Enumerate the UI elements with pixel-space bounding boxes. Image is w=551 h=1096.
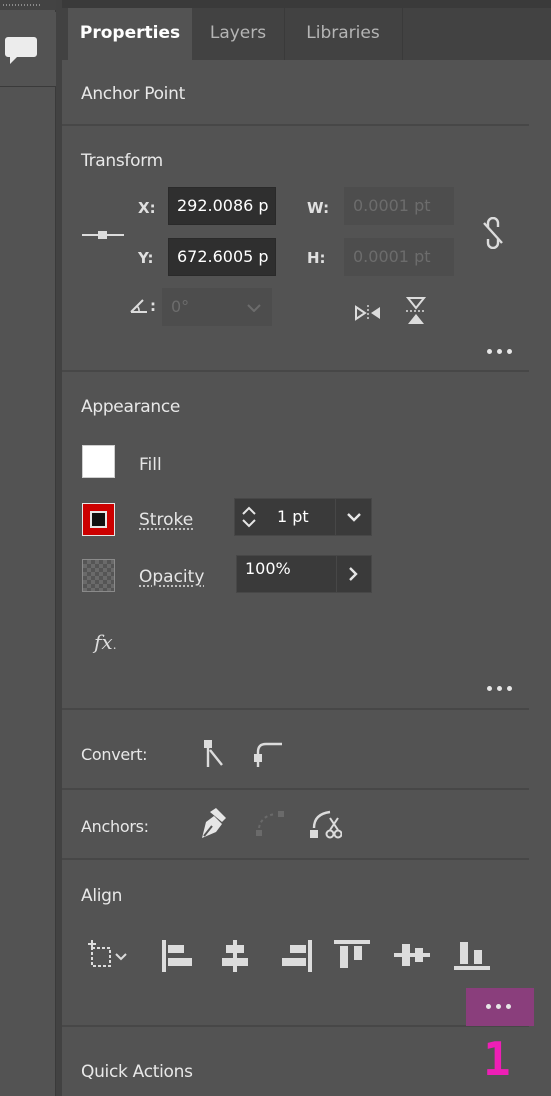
quick-actions-title: Quick Actions xyxy=(81,1062,193,1082)
panel-tab-bar: Properties Layers Libraries xyxy=(62,0,551,60)
appearance-more-options-button[interactable] xyxy=(487,684,517,694)
convert-corner-icon[interactable] xyxy=(202,738,224,768)
divider xyxy=(62,858,529,860)
divider xyxy=(62,1025,529,1027)
reference-point-icon[interactable] xyxy=(82,228,124,242)
fill-label: Fill xyxy=(139,455,162,475)
rotate-colon: : xyxy=(150,297,156,315)
height-field[interactable]: 0.0001 pt xyxy=(344,238,454,276)
chevron-down-icon[interactable] xyxy=(347,513,361,522)
x-position-field[interactable]: 292.0086 p xyxy=(168,187,276,225)
opacity-value: 100% xyxy=(245,559,291,578)
remove-anchor-pen-icon[interactable] xyxy=(198,808,228,840)
fx-label: fx xyxy=(94,630,113,654)
anchor-point-title: Anchor Point xyxy=(81,84,185,104)
stroke-weight-value: 1 pt xyxy=(277,507,309,526)
align-horizontal-center-icon[interactable] xyxy=(220,940,250,972)
appearance-title: Appearance xyxy=(81,397,181,417)
opacity-label[interactable]: Opacity xyxy=(139,567,204,587)
align-to-selection-icon[interactable] xyxy=(86,940,130,970)
align-bottom-icon[interactable] xyxy=(454,940,490,972)
flip-vertical-icon[interactable] xyxy=(405,297,427,325)
cut-path-at-anchor-icon[interactable] xyxy=(308,808,342,840)
connect-anchors-icon xyxy=(256,811,284,836)
flip-horizontal-icon[interactable] xyxy=(355,304,381,322)
rotate-angle-field[interactable]: 0° xyxy=(162,288,272,326)
fx-effects-button[interactable]: fx. xyxy=(94,630,117,654)
y-label: Y: xyxy=(138,249,154,267)
align-right-icon[interactable] xyxy=(280,940,314,972)
width-field[interactable]: 0.0001 pt xyxy=(344,187,454,225)
comment-icon xyxy=(5,37,37,64)
h-label: H: xyxy=(307,249,326,267)
align-left-icon[interactable] xyxy=(160,940,194,972)
x-label: X: xyxy=(138,199,156,217)
comments-dock-button[interactable] xyxy=(0,12,56,87)
divider xyxy=(62,788,529,790)
w-label: W: xyxy=(307,199,330,217)
chevron-right-icon[interactable] xyxy=(349,567,358,581)
anchors-label: Anchors: xyxy=(81,817,149,836)
tab-properties[interactable]: Properties xyxy=(68,8,192,60)
transform-more-options-button[interactable] xyxy=(487,347,517,357)
left-dock xyxy=(0,0,56,1096)
tab-layers[interactable]: Layers xyxy=(192,8,284,60)
tab-libraries[interactable]: Libraries xyxy=(284,8,402,60)
more-options-icon xyxy=(486,1002,516,1012)
stroke-label[interactable]: Stroke xyxy=(139,510,193,530)
convert-label: Convert: xyxy=(81,745,148,764)
divider xyxy=(62,124,529,126)
rotate-angle-value: 0° xyxy=(171,297,190,316)
divider xyxy=(62,370,529,372)
dock-grip[interactable] xyxy=(0,0,56,10)
stepper-icon[interactable] xyxy=(242,506,256,528)
opacity-field[interactable]: 100% xyxy=(236,555,372,593)
align-more-options-button[interactable] xyxy=(466,988,534,1026)
callout-number: 1 xyxy=(483,1032,511,1086)
chevron-down-icon xyxy=(247,304,261,312)
align-top-icon[interactable] xyxy=(334,938,370,970)
align-vertical-center-icon[interactable] xyxy=(394,940,430,970)
properties-panel: Properties Layers Libraries Anchor Point… xyxy=(62,0,551,1096)
rotate-angle-icon xyxy=(130,299,147,313)
constrain-proportions-icon[interactable] xyxy=(482,217,504,249)
convert-smooth-icon[interactable] xyxy=(252,738,284,768)
divider xyxy=(62,708,529,710)
stroke-weight-field[interactable]: 1 pt xyxy=(234,498,372,536)
y-position-field[interactable]: 672.6005 p xyxy=(168,238,276,276)
fill-swatch[interactable] xyxy=(82,445,115,478)
opacity-swatch[interactable] xyxy=(82,559,115,592)
align-title: Align xyxy=(81,886,123,906)
stroke-swatch[interactable] xyxy=(82,503,115,536)
transform-title: Transform xyxy=(81,151,163,171)
